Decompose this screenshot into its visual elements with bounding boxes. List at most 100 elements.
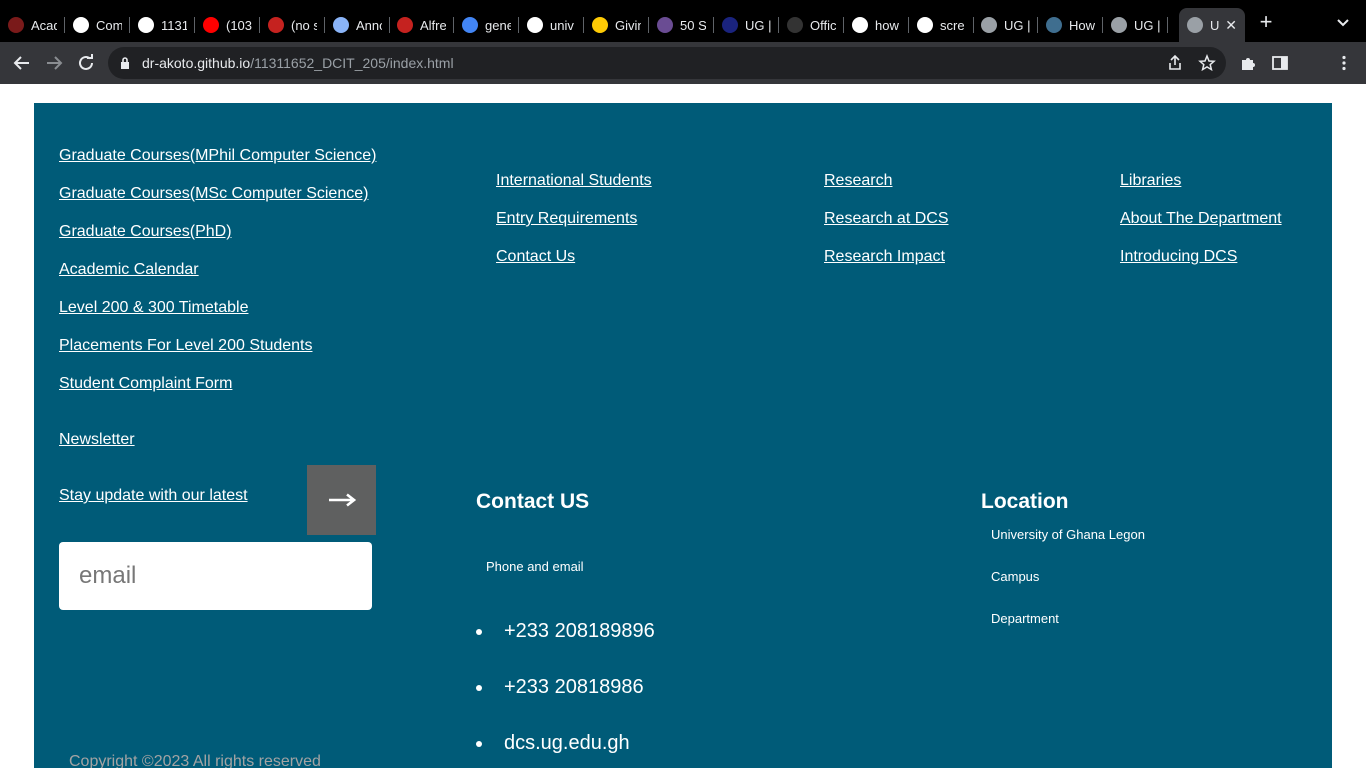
newsletter-subtitle-link[interactable]: Stay update with our latest (59, 487, 248, 505)
reload-button[interactable] (74, 51, 98, 75)
close-tab-icon[interactable]: ✕ (1225, 17, 1237, 34)
back-button[interactable] (10, 51, 34, 75)
footer-link-mphil[interactable]: Graduate Courses(MPhil Computer Science) (59, 147, 376, 165)
browser-tab[interactable]: Anno (325, 8, 390, 42)
tab-title: 1131 (161, 17, 187, 33)
browser-tab[interactable]: UG | (714, 8, 779, 42)
tab-title: Offic (810, 17, 836, 33)
footer-link-research-impact[interactable]: Research Impact (824, 248, 945, 266)
bookmark-star-icon[interactable] (1198, 54, 1216, 72)
browser-tab[interactable]: Alfre (389, 8, 454, 42)
search-icon (462, 17, 478, 33)
extensions-button[interactable] (1236, 51, 1260, 75)
lock-icon[interactable] (120, 56, 130, 70)
location-line-department: Department (991, 611, 1059, 626)
michigan-icon (592, 17, 608, 33)
footer-link-introducing-dcs[interactable]: Introducing DCS (1120, 248, 1237, 266)
side-panel-button[interactable] (1268, 51, 1292, 75)
tab-title: Alfre (420, 17, 446, 33)
gmail-icon (268, 17, 284, 33)
browser-tab[interactable]: Acad (0, 8, 65, 42)
location-line-campus: Campus (991, 569, 1040, 584)
browser-tab[interactable]: UG | (973, 8, 1038, 42)
tab-title: UG | (1004, 17, 1030, 33)
footer-link-entry-requirements[interactable]: Entry Requirements (496, 210, 637, 228)
browser-menu-button[interactable] (1332, 51, 1356, 75)
newsletter-submit-button[interactable] (307, 465, 376, 535)
google-icon (852, 17, 868, 33)
tab-search-chevron-icon[interactable] (1334, 14, 1352, 32)
globe-icon (1111, 17, 1127, 33)
tab-title: Acad (31, 17, 57, 33)
browser-tab[interactable]: 50 S (649, 8, 714, 42)
footer-link-timetable[interactable]: Level 200 & 300 Timetable (59, 299, 248, 317)
page-viewport: Graduate Courses(MPhil Computer Science)… (0, 84, 1366, 768)
globe-icon (981, 17, 997, 33)
contact-phone-2: +233 20818986 (504, 676, 644, 698)
side-panel-icon (1272, 56, 1288, 70)
browser-tab[interactable]: Offic (779, 8, 844, 42)
box-icon (1046, 17, 1062, 33)
github-icon (73, 17, 89, 33)
browser-tab[interactable]: UG | (1103, 8, 1168, 42)
tab-title: Com (96, 17, 122, 33)
footer-link-research-at-dcs[interactable]: Research at DCS (824, 210, 949, 228)
footer-link-phd[interactable]: Graduate Courses(PhD) (59, 223, 232, 241)
contact-heading: Contact US (476, 490, 590, 513)
browser-tab[interactable]: univ (519, 8, 584, 42)
browser-tab[interactable]: 1131 (130, 8, 195, 42)
github-icon (787, 17, 803, 33)
newsletter-link[interactable]: Newsletter (59, 431, 135, 449)
address-bar[interactable]: dr-akoto.github.io/11311652_DCIT_205/ind… (108, 47, 1226, 79)
browser-tab[interactable]: How (1038, 8, 1103, 42)
share-icon[interactable] (1166, 54, 1184, 72)
bullet-icon (476, 629, 482, 635)
tab-title: gene (485, 17, 511, 33)
forward-button[interactable] (42, 51, 66, 75)
footer-link-research[interactable]: Research (824, 172, 892, 190)
google-icon (917, 17, 933, 33)
url-text[interactable]: dr-akoto.github.io/11311652_DCIT_205/ind… (142, 55, 454, 71)
footer-link-academic-calendar[interactable]: Academic Calendar (59, 261, 199, 279)
footer-link-international-students[interactable]: International Students (496, 172, 652, 190)
location-line-university: University of Ghana Legon (991, 527, 1145, 542)
tab-title: scre (940, 17, 965, 33)
tab-title: Givin (615, 17, 641, 33)
browser-toolbar: dr-akoto.github.io/11311652_DCIT_205/ind… (0, 42, 1366, 84)
back-arrow-icon (13, 56, 29, 70)
browser-tab[interactable]: how (844, 8, 909, 42)
browser-tab[interactable]: (no s (260, 8, 325, 42)
forward-arrow-icon (47, 56, 63, 70)
browser-tab[interactable]: (103 (195, 8, 260, 42)
new-tab-button[interactable]: + (1256, 11, 1276, 33)
footer-link-libraries[interactable]: Libraries (1120, 172, 1181, 190)
footer-link-msc[interactable]: Graduate Courses(MSc Computer Science) (59, 185, 368, 203)
location-heading: Location (981, 490, 1069, 513)
ug-icon (722, 17, 738, 33)
arrow-right-icon (328, 493, 356, 507)
doc-icon (333, 17, 349, 33)
contact-phone-1: +233 208189896 (504, 620, 655, 642)
browser-tab[interactable]: gene (454, 8, 519, 42)
newsletter-email-input[interactable] (59, 542, 372, 610)
browser-tab[interactable]: U ✕ (1179, 8, 1245, 42)
globe-icon (1187, 17, 1203, 33)
browser-tab[interactable]: Givin (584, 8, 649, 42)
red-dot-icon (8, 17, 24, 33)
tab-title: 50 S (680, 17, 706, 33)
github-icon (138, 17, 154, 33)
puzzle-icon (1242, 58, 1255, 70)
youtube-icon (203, 17, 219, 33)
url-host: dr-akoto.github.io (142, 55, 251, 71)
footer-link-complaint-form[interactable]: Student Complaint Form (59, 375, 232, 393)
tab-title: Anno (356, 17, 382, 33)
url-path: /11311652_DCIT_205/index.html (250, 55, 454, 71)
copyright-text: Copyright ©2023 All rights reserved (69, 753, 321, 768)
footer-link-contact-us[interactable]: Contact Us (496, 248, 575, 266)
tab-title: How (1069, 17, 1095, 33)
footer-link-placements[interactable]: Placements For Level 200 Students (59, 337, 312, 355)
bullet-icon (476, 685, 482, 691)
browser-tab[interactable]: scre (909, 8, 974, 42)
footer-link-about-department[interactable]: About The Department (1120, 210, 1282, 228)
browser-tab[interactable]: Com (65, 8, 130, 42)
